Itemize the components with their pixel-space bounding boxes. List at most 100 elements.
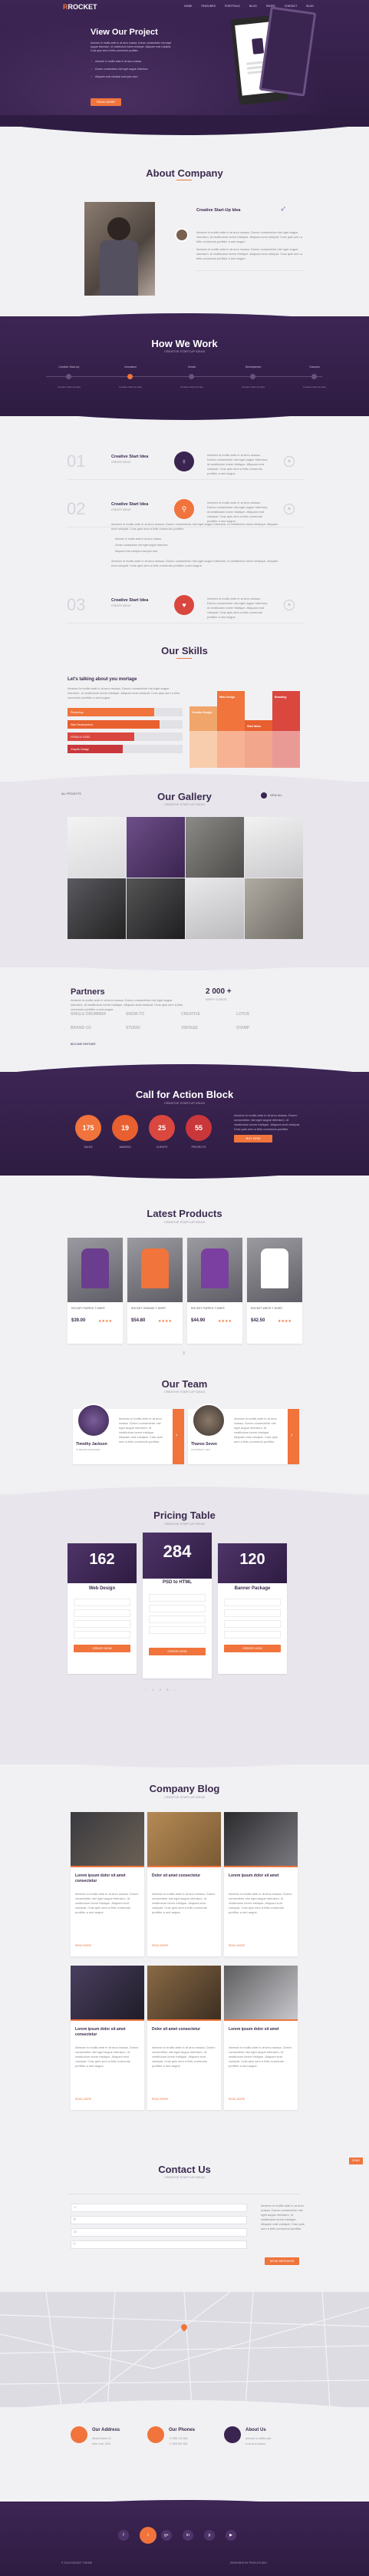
blog-card[interactable]: Lorem ipsum dolor sit amet consectetur Ae… [71,1966,144,2110]
nav-item[interactable]: FEATURES [202,5,216,8]
become-partner-link[interactable]: BECOME PARTNER [71,1043,96,1046]
pricing-feature-row [149,1626,206,1634]
product-card[interactable]: ROCKET WHITE T-SHIRT $42.50 ★★★★ [247,1238,302,1344]
cta-buy-button[interactable]: BUY NOW [234,1135,272,1143]
hero-section: RROCKET HOME FEATURES PORTFOLIO BLOG PAGES CO… [0,0,369,127]
gallery-image[interactable] [245,817,303,878]
blog-post-title: Dolor sit amet consectetur [152,1873,201,1878]
product-card[interactable]: ROCKET ORANGE T-SHIRT $54.80 ★★★★ [127,1238,183,1344]
counter-label: CLIENTS [156,1146,168,1149]
gallery-image[interactable] [186,878,244,939]
pricing-card: 120 Banner Package ORDER NOW [218,1543,287,1674]
partner-logo[interactable]: Stamp [236,1026,282,1030]
input-icon: ✎ [73,2242,77,2247]
contact-input[interactable] [71,2204,247,2212]
plus-icon[interactable]: + [284,600,295,610]
plus-icon[interactable]: + [284,504,295,514]
rating-stars: ★★★★ [98,1319,112,1324]
blog-read-more[interactable]: READ MORE [152,2098,168,2101]
product-image [247,1238,302,1302]
nav-item[interactable]: PORTFOLIO [225,5,240,8]
contact-input[interactable] [71,2240,247,2249]
plus-icon[interactable]: + [284,456,295,467]
social-icon[interactable]: in [183,2530,193,2541]
partner-logo[interactable]: Lotus [236,1012,282,1017]
blog-post-title: Lorem ipsum dolor sit amet consectetur [75,1873,126,1883]
chevron-right-icon[interactable]: › [291,1433,292,1438]
map[interactable] [0,2292,369,2407]
how-we-work-subtitle: CREATIVE START-UP IDEAS [163,349,206,353]
footer-info-title: About Us [245,2428,266,2432]
gallery-view-all[interactable]: VIEW ALL [270,794,282,797]
blog-card[interactable]: Dolor sit amet consectetur Aenean in moll… [147,1812,221,1956]
product-image [187,1238,242,1302]
happy-clients-label: HAPPY CLIENTS [206,998,227,1001]
social-icon[interactable]: p [204,2530,215,2541]
send-message-button[interactable]: SEND MESSAGE [265,2257,299,2265]
pricing-order-button[interactable]: ORDER NOW [149,1648,206,1655]
blog-read-more[interactable]: READ MORE [152,1944,168,1947]
nav-item[interactable]: CONTACT [285,5,298,8]
contact-input[interactable] [71,2228,247,2237]
social-icon[interactable]: ▶ [226,2530,236,2541]
gallery-image[interactable] [68,817,126,878]
process-number: 02 [67,499,86,518]
nav-item[interactable]: BLOG [249,5,257,8]
pricing-card: 284 PSD to HTML ORDER NOW [143,1533,212,1678]
pricing-feature-row [224,1609,281,1617]
partner-logo[interactable]: Studio [126,1026,172,1030]
step-text: Creative Start-Up Idea [58,385,81,389]
hero-bullet-text: Aenean in mollis ante in at arcu massa [95,60,142,63]
social-icon[interactable]: g+ [161,2530,172,2541]
logo[interactable]: RROCKET [63,3,97,11]
blog-read-more[interactable]: READ MORE [229,1944,245,1947]
pricing-pager[interactable]: ‹ 1 2 3 › [146,1688,177,1691]
gallery-image[interactable] [186,817,244,878]
gallery-image[interactable] [245,878,303,939]
partner-logo[interactable]: Snow-To [126,1012,172,1017]
nav-item[interactable]: HOME [184,5,193,8]
gallery-image[interactable] [127,817,185,878]
partner-logo[interactable]: Vintage [181,1026,227,1030]
step-label: Innovation [124,365,137,369]
main-nav: HOME FEATURES PORTFOLIO BLOG PAGES CONTACT BLO… [184,5,314,8]
social-icon[interactable]: t [140,2527,156,2544]
blog-card[interactable]: Lorem ipsum dolor sit amet consectetur Ae… [71,1812,144,1956]
partners-text: Aenean in mollis ante in at arcu massa. … [71,998,183,1011]
contact-input[interactable] [71,2216,247,2224]
products-pagination[interactable]: 3 [183,1351,185,1356]
counter-label: PROJECTS [191,1146,206,1149]
skills-intro: Let's talking about you mortage [68,677,137,682]
blog-read-more[interactable]: READ MORE [75,1944,91,1947]
blog-card[interactable]: Dolor sit amet consectetur Aenean in moll… [147,1966,221,2110]
social-icon[interactable]: f [118,2530,129,2541]
blog-read-more[interactable]: READ MORE [229,2098,245,2101]
chevron-right-icon[interactable]: › [176,1433,177,1438]
blog-card[interactable]: Lorem ipsum dolor sit amet Aenean in moll… [224,1812,298,1956]
blog-read-more[interactable]: READ MORE [75,2098,91,2101]
product-card[interactable]: ROCKET PURPLE T-SHIRT $39.00 ★★★★ [68,1238,123,1344]
view-all-icon[interactable] [261,792,267,799]
blog-card[interactable]: Lorem ipsum dolor sit amet Aenean in moll… [224,1966,298,2110]
nav-item[interactable]: BLOG [306,5,314,8]
gallery-image[interactable] [68,878,126,939]
skill-chart-label: Creative Design [192,711,213,714]
product-price: $44.90 [191,1318,206,1323]
cta-subtitle: CREATIVE START-UP IDEAS [163,1101,206,1105]
skill-chart-overlay [189,731,300,768]
partner-logo[interactable]: Single Drummer [71,1012,117,1017]
partner-logo[interactable]: Brand Co [71,1026,117,1030]
blog-accent [224,2019,298,2021]
partner-logo[interactable]: Creative [181,1012,227,1017]
pricing-order-button[interactable]: ORDER NOW [74,1645,130,1652]
step-dot [311,374,317,379]
footer-info-icon [71,2426,87,2443]
blog-excerpt: Aenean in mollis ante in at arcu massa. … [229,2045,292,2068]
product-card[interactable]: ROCKET PURPLE T-SHIRT $44.90 ★★★★ [187,1238,242,1344]
process-icon: ⚲ [174,499,194,519]
gallery-image[interactable] [127,878,185,939]
process-text: Aenean in mollis ante in at arcu massa. … [207,453,269,475]
hero-read-more-button[interactable]: READ MORE [91,98,121,106]
happy-clients-count: 2 000 + [206,987,232,996]
pricing-order-button[interactable]: ORDER NOW [224,1645,281,1652]
